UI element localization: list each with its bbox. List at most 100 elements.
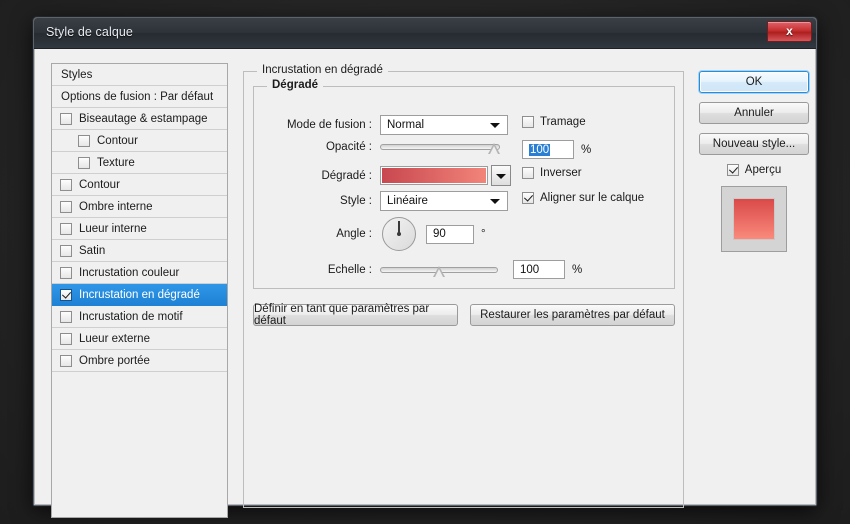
gradient-row: Dégradé : bbox=[264, 165, 544, 186]
set-default-button[interactable]: Définir en tant que paramètres par défau… bbox=[253, 303, 458, 327]
chevron-down-icon bbox=[490, 123, 500, 128]
checkbox-icon[interactable] bbox=[60, 310, 72, 323]
angle-hub-icon bbox=[397, 232, 401, 236]
scale-row: Echelle : 100 % bbox=[264, 260, 594, 279]
sidebar-item-blending-options[interactable]: Options de fusion : Par défaut bbox=[52, 86, 227, 108]
sidebar-item-2[interactable]: Texture bbox=[52, 152, 227, 174]
scale-slider[interactable] bbox=[380, 263, 498, 277]
sidebar-item-label: Incrustation couleur bbox=[79, 266, 180, 279]
style-preview-thumbnail bbox=[721, 186, 787, 252]
new-style-button[interactable]: Nouveau style... bbox=[699, 133, 809, 155]
close-icon[interactable]: x bbox=[767, 21, 812, 42]
scale-unit: % bbox=[572, 263, 583, 276]
sidebar-item-label: Lueur externe bbox=[79, 332, 150, 345]
sidebar-item-7[interactable]: Incrustation couleur bbox=[52, 262, 227, 284]
dialog-actions: OK Annuler Nouveau style... Aperçu bbox=[699, 71, 809, 252]
scale-input[interactable]: 100 bbox=[513, 260, 565, 279]
reverse-checkbox[interactable]: Inverser bbox=[522, 167, 582, 179]
sidebar-item-label: Ombre portée bbox=[79, 354, 150, 367]
sidebar-item-label: Biseautage & estampage bbox=[79, 112, 208, 125]
opacity-unit: % bbox=[581, 143, 592, 156]
dialog-title: Style de calque bbox=[46, 25, 133, 39]
scale-label: Echelle : bbox=[327, 263, 372, 276]
angle-unit: ° bbox=[481, 228, 486, 240]
opacity-slider-thumb[interactable] bbox=[488, 143, 500, 154]
angle-value: 90 bbox=[433, 228, 446, 240]
gradient-preview-swatch[interactable] bbox=[380, 166, 488, 185]
styles-list-header[interactable]: Styles bbox=[52, 64, 227, 86]
checkbox-icon[interactable] bbox=[60, 354, 72, 367]
angle-input[interactable]: 90 bbox=[426, 224, 474, 244]
angle-dial[interactable] bbox=[382, 217, 416, 251]
sidebar-item-label: Incrustation de motif bbox=[79, 310, 183, 323]
gradient-picker-button[interactable] bbox=[491, 165, 511, 186]
checkbox-icon[interactable] bbox=[60, 244, 72, 257]
layer-style-dialog: Style de calque x Styles Options de fusi… bbox=[33, 17, 817, 518]
opacity-value-row: 100 % bbox=[522, 140, 591, 159]
gradient-overlay-group: Incrustation en dégradé Dégradé Mode de … bbox=[243, 64, 684, 508]
styles-header-label: Styles bbox=[61, 68, 93, 81]
sidebar-item-5[interactable]: Lueur interne bbox=[52, 218, 227, 240]
gradient-settings-group: Dégradé Mode de fusion : Normal Opacité … bbox=[253, 79, 675, 289]
checkbox-icon[interactable] bbox=[60, 112, 72, 125]
sidebar-item-8[interactable]: Incrustation en dégradé bbox=[52, 284, 227, 306]
opacity-value: 100 bbox=[529, 143, 551, 156]
gradient-style-label: Style : bbox=[340, 195, 372, 207]
blend-mode-value: Normal bbox=[387, 119, 425, 131]
styles-list-panel: Styles Options de fusion : Par défaut Bi… bbox=[51, 63, 228, 518]
cancel-button[interactable]: Annuler bbox=[699, 102, 809, 124]
checkbox-icon bbox=[726, 164, 739, 176]
checkbox-icon[interactable] bbox=[78, 134, 90, 147]
checkbox-icon[interactable] bbox=[60, 266, 72, 279]
chevron-down-icon bbox=[490, 199, 500, 204]
sidebar-item-9[interactable]: Incrustation de motif bbox=[52, 306, 227, 328]
ok-button[interactable]: OK bbox=[699, 71, 809, 93]
sidebar-item-6[interactable]: Satin bbox=[52, 240, 227, 262]
blend-mode-select[interactable]: Normal bbox=[380, 115, 508, 135]
align-layer-checkbox[interactable]: Aligner sur le calque bbox=[522, 192, 644, 204]
gradient-group-title: Dégradé bbox=[267, 79, 324, 91]
sidebar-item-4[interactable]: Ombre interne bbox=[52, 196, 227, 218]
sidebar-item-11[interactable]: Ombre portée bbox=[52, 350, 227, 372]
sidebar-item-label: Contour bbox=[79, 178, 120, 191]
sidebar-item-10[interactable]: Lueur externe bbox=[52, 328, 227, 350]
checkbox-icon[interactable] bbox=[60, 178, 72, 191]
sidebar-item-label: Lueur interne bbox=[79, 222, 147, 235]
checkbox-icon bbox=[522, 116, 534, 128]
opacity-input[interactable]: 100 bbox=[522, 140, 574, 159]
sidebar-item-1[interactable]: Contour bbox=[52, 130, 227, 152]
sidebar-item-label: Ombre interne bbox=[79, 200, 153, 213]
checkbox-icon[interactable] bbox=[60, 200, 72, 213]
sidebar-item-label: Satin bbox=[79, 244, 106, 257]
dialog-titlebar: Style de calque x bbox=[34, 18, 816, 49]
dither-checkbox[interactable]: Tramage bbox=[522, 116, 586, 128]
checkbox-icon bbox=[522, 192, 534, 204]
blend-mode-row: Mode de fusion : Normal bbox=[264, 115, 514, 135]
restore-default-button[interactable]: Restaurer les paramètres par défaut bbox=[470, 304, 675, 326]
dialog-body: Styles Options de fusion : Par défaut Bi… bbox=[34, 49, 816, 518]
gradient-style-select[interactable]: Linéaire bbox=[380, 191, 508, 211]
checkbox-icon[interactable] bbox=[60, 288, 72, 301]
opacity-label: Opacité : bbox=[325, 141, 372, 153]
checkbox-icon[interactable] bbox=[60, 332, 72, 345]
preview-label: Aperçu bbox=[744, 164, 782, 176]
angle-label: Angle : bbox=[336, 228, 372, 240]
checkbox-icon[interactable] bbox=[78, 156, 90, 169]
gradient-style-row: Style : Linéaire bbox=[264, 191, 514, 211]
scale-slider-thumb[interactable] bbox=[433, 265, 445, 277]
reverse-label: Inverser bbox=[540, 167, 582, 179]
blending-options-label: Options de fusion : Par défaut bbox=[61, 90, 214, 103]
blend-mode-label: Mode de fusion : bbox=[286, 119, 372, 131]
sidebar-item-0[interactable]: Biseautage & estampage bbox=[52, 108, 227, 130]
angle-row: Angle : 90 ° bbox=[264, 217, 544, 251]
checkbox-icon[interactable] bbox=[60, 222, 72, 235]
scale-value: 100 bbox=[520, 263, 540, 276]
checkbox-icon bbox=[522, 167, 534, 179]
opacity-row: Opacité : bbox=[264, 140, 564, 154]
sidebar-item-label: Contour bbox=[97, 134, 138, 147]
preview-checkbox[interactable]: Aperçu bbox=[699, 164, 809, 176]
sidebar-item-3[interactable]: Contour bbox=[52, 174, 227, 196]
align-layer-label: Aligner sur le calque bbox=[540, 192, 645, 204]
dither-label: Tramage bbox=[540, 116, 586, 128]
opacity-slider[interactable] bbox=[380, 140, 500, 154]
